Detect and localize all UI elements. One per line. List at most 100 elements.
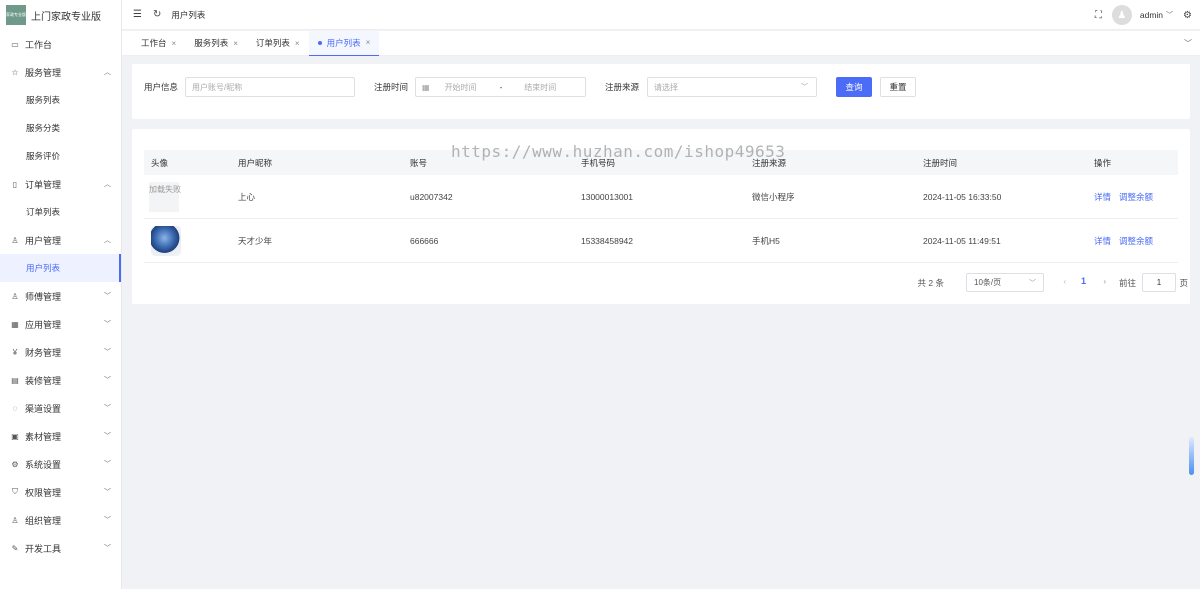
- page-tabs: 工作台 × 服务列表 × 订单列表 × 用户列表 × ﹀: [122, 30, 1200, 56]
- chevron-down-icon[interactable]: ﹀: [1184, 38, 1192, 49]
- end-time-placeholder: 结束时间: [524, 82, 557, 92]
- sidebar-item-label: 素材管理: [25, 431, 62, 442]
- phone-cell: 15338458942: [581, 235, 634, 246]
- sidebar-item-finance-management[interactable]: ¥ 财务管理 ﹀: [0, 338, 121, 366]
- table-row: 加载失败 上心 u82007342 13000013001 微信小程序 2024…: [144, 175, 1178, 219]
- sidebar-item-service-management[interactable]: ☆ 服务管理 ︿: [0, 58, 121, 86]
- close-icon[interactable]: ×: [172, 39, 177, 48]
- tab-order-list[interactable]: 订单列表 ×: [247, 31, 309, 56]
- star-icon: ☆: [11, 67, 19, 77]
- prev-page-icon[interactable]: ‹: [1063, 277, 1066, 286]
- sidebar-item-organization-management[interactable]: ♙ 组织管理 ﹀: [0, 506, 121, 534]
- breadcrumb: 用户列表: [171, 9, 206, 20]
- column-header: 操作: [1094, 157, 1112, 168]
- active-dot-icon: [317, 40, 322, 45]
- reg-time-label: 注册时间: [374, 82, 409, 92]
- adjust-balance-link[interactable]: 调整余额: [1119, 191, 1153, 203]
- chevron-down-icon: ﹀: [104, 461, 111, 468]
- source-cell: 手机H5: [752, 235, 780, 246]
- chevron-down-icon: ﹀: [1029, 280, 1036, 287]
- goto-label: 前往: [1118, 278, 1136, 288]
- gear-icon: ⚙: [11, 459, 19, 469]
- sidebar-item-decoration-management[interactable]: ▤ 装修管理 ﹀: [0, 366, 121, 394]
- account-cell: 666666: [410, 235, 439, 246]
- close-icon[interactable]: ×: [233, 39, 238, 48]
- reg-time-cell: 2024-11-05 11:49:51: [923, 235, 1001, 246]
- tab-label: 工作台: [141, 38, 167, 48]
- source-select[interactable]: 请选择 ﹀: [647, 77, 817, 97]
- chevron-down-icon: ﹀: [104, 377, 111, 384]
- sidebar-item-system-settings[interactable]: ⚙ 系统设置 ﹀: [0, 450, 121, 478]
- sidebar-item-app-management[interactable]: ▦ 应用管理 ﹀: [0, 310, 121, 338]
- sidebar-item-label: 财务管理: [25, 347, 62, 358]
- sidebar-item-channel-settings[interactable]: ◌ 渠道设置 ﹀: [0, 394, 121, 422]
- calendar-icon: ▦: [422, 82, 430, 92]
- sidebar-subitem-service-review[interactable]: 服务评价: [0, 142, 121, 170]
- goto-page-input[interactable]: 1: [1142, 273, 1176, 292]
- user-info-input[interactable]: 用户账号/昵称: [185, 77, 355, 97]
- chevron-up-icon: ︿: [104, 181, 111, 188]
- query-button[interactable]: 查询: [836, 77, 872, 97]
- fullscreen-icon[interactable]: ⛶: [1095, 10, 1102, 21]
- sidebar-item-label: 开发工具: [25, 543, 62, 554]
- gear-icon[interactable]: ⚙: [1183, 10, 1192, 21]
- source-cell: 微信小程序: [752, 191, 795, 202]
- page-size-select[interactable]: 10条/页 ﹀: [966, 273, 1044, 292]
- sidebar-subitem-service-list[interactable]: 服务列表: [0, 86, 121, 114]
- username[interactable]: admin: [1140, 10, 1163, 20]
- sidebar-subitem-user-list[interactable]: 用户列表: [0, 254, 121, 282]
- chevron-down-icon[interactable]: ﹀: [1166, 10, 1173, 20]
- floating-scroll-indicator[interactable]: [1189, 437, 1194, 475]
- avatar[interactable]: ♟: [1111, 5, 1132, 25]
- sidebar-subitem-order-list[interactable]: 订单列表: [0, 198, 121, 226]
- menu-toggle-icon[interactable]: ☰: [133, 9, 142, 20]
- sidebar-subitem-service-category[interactable]: 服务分类: [0, 114, 121, 142]
- tab-user-list[interactable]: 用户列表 ×: [308, 30, 380, 56]
- tab-service-list[interactable]: 服务列表 ×: [185, 31, 247, 56]
- account-cell: u82007342: [410, 191, 453, 202]
- sidebar-item-user-management[interactable]: ♙ 用户管理 ︿: [0, 226, 121, 254]
- chevron-down-icon: ﹀: [801, 84, 808, 91]
- column-header: 账号: [410, 157, 428, 168]
- close-icon[interactable]: ×: [295, 39, 300, 48]
- worker-icon: ♙: [11, 291, 19, 301]
- logo[interactable]: 家政专业版 上门家政专业版: [0, 0, 121, 30]
- sidebar-item-worker-management[interactable]: ♙ 师傅管理 ﹀: [0, 282, 121, 310]
- sidebar-item-label: 渠道设置: [25, 403, 62, 414]
- range-separator: -: [499, 82, 503, 92]
- chevron-up-icon: ︿: [104, 237, 111, 244]
- close-icon[interactable]: ×: [366, 38, 371, 47]
- user-info-label: 用户信息: [144, 82, 179, 92]
- filter-panel: 用户信息 用户账号/昵称 注册时间 ▦ 开始时间 - 结束时间 注册来源 请选择…: [132, 64, 1190, 119]
- detail-link[interactable]: 详情: [1094, 235, 1111, 247]
- user-info-placeholder: 用户账号/昵称: [192, 82, 243, 92]
- sidebar-item-dev-tools[interactable]: ✎ 开发工具 ﹀: [0, 534, 121, 562]
- next-page-icon[interactable]: ›: [1103, 277, 1106, 286]
- refresh-icon[interactable]: ↻: [153, 9, 161, 20]
- source-placeholder: 请选择: [654, 82, 678, 92]
- adjust-balance-link[interactable]: 调整余额: [1119, 235, 1153, 247]
- reset-button[interactable]: 重置: [880, 77, 916, 97]
- chevron-down-icon: ﹀: [104, 321, 111, 328]
- sidebar-item-order-management[interactable]: ▯ 订单管理 ︿: [0, 170, 121, 198]
- column-header: 头像: [151, 157, 169, 168]
- tab-dashboard[interactable]: 工作台 ×: [132, 31, 185, 56]
- chevron-down-icon: ﹀: [104, 293, 111, 300]
- monitor-icon: ▭: [11, 39, 19, 49]
- sidebar-item-label: 工作台: [25, 39, 53, 50]
- sidebar-menu: ▭ 工作台 ☆ 服务管理 ︿ 服务列表 服务分类 服务评价 ▯ 订单管理 ︿ 订…: [0, 30, 121, 562]
- reg-time-range-picker[interactable]: ▦ 开始时间 - 结束时间: [415, 77, 586, 97]
- image-icon: ▣: [11, 431, 19, 441]
- logo-image: 家政专业版: [6, 5, 26, 25]
- sidebar-item-permission-management[interactable]: ⛉ 权限管理 ﹀: [0, 478, 121, 506]
- chevron-down-icon: ﹀: [104, 517, 111, 524]
- sidebar-item-label: 装修管理: [25, 375, 62, 386]
- detail-link[interactable]: 详情: [1094, 191, 1111, 203]
- chevron-down-icon: ﹀: [104, 545, 111, 552]
- sidebar-item-label: 服务管理: [25, 67, 62, 78]
- reg-time-cell: 2024-11-05 16:33:50: [923, 191, 1002, 202]
- sidebar-item-dashboard[interactable]: ▭ 工作台: [0, 30, 121, 58]
- tab-label: 订单列表: [255, 38, 290, 48]
- page-number-current[interactable]: 1: [1081, 276, 1086, 286]
- sidebar-item-material-management[interactable]: ▣ 素材管理 ﹀: [0, 422, 121, 450]
